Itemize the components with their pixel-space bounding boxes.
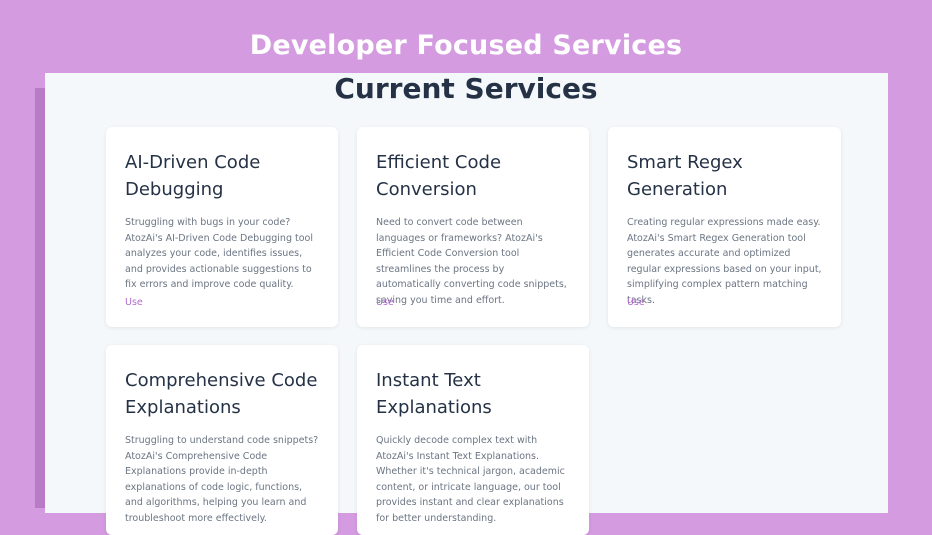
service-card-code-conversion: Efficient Code Conversion Need to conver… [357,127,589,327]
page-title: Developer Focused Services [249,30,683,61]
service-card-title: Instant Text Explanations [376,370,492,418]
service-card-title: Comprehensive Code Explanations [125,370,318,418]
service-card-title: Smart Regex Generation [627,152,743,200]
use-link[interactable]: Use [376,297,394,308]
service-card-code-explanations: Comprehensive Code Explanations Struggli… [106,345,338,535]
service-card-title: Efficient Code Conversion [376,152,502,200]
service-card-regex-generation: Smart Regex Generation Creating regular … [608,127,841,327]
service-card-description: Need to convert code between languages o… [376,217,567,306]
use-link[interactable]: Use [627,297,645,308]
panel-shadow [35,88,45,508]
service-card-title: AI-Driven Code Debugging [125,152,261,200]
service-card-description: Struggling to understand code snippets? … [125,435,319,524]
service-card-description: Creating regular expressions made easy. … [627,217,822,306]
service-card-description: Struggling with bugs in your code? AtozA… [125,217,313,290]
service-card-code-debugging: AI-Driven Code Debugging Struggling with… [106,127,338,327]
section-title: Current Services [334,72,598,105]
service-card-description: Quickly decode complex text with AtozAi'… [376,435,565,524]
service-card-text-explanations: Instant Text Explanations Quickly decode… [357,345,589,535]
use-link[interactable]: Use [125,297,143,308]
